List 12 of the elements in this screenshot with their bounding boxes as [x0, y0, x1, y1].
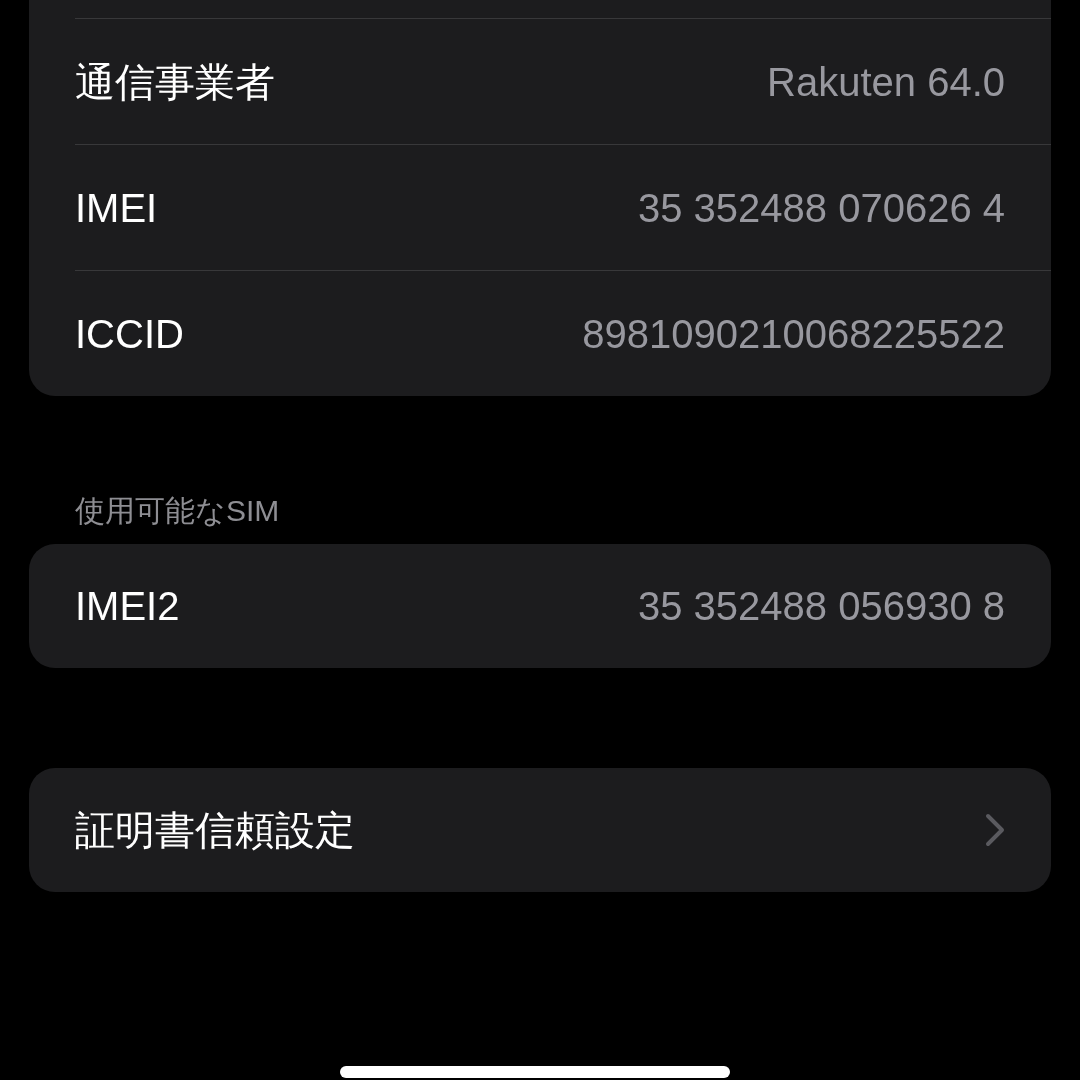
row-value: 35 352488 056930 8 [637, 583, 1005, 630]
settings-row[interactable]: 証明書信頼設定 [75, 768, 1051, 892]
chevron-icon [985, 813, 1005, 847]
row-label: ICCID [75, 310, 184, 358]
section-header: 使用可能なSIM [75, 492, 280, 529]
row-value: 35 352488 070626 4 [637, 184, 1005, 232]
row-value: Rakuten 64.0 [767, 58, 1005, 106]
row-label: IMEI [75, 184, 158, 232]
row-label: 証明書信頼設定 [75, 807, 355, 854]
row-label: 通信事業者 [75, 58, 275, 106]
row-value: 8981090210068225522 [582, 310, 1005, 358]
row-label: IMEI2 [75, 583, 180, 630]
